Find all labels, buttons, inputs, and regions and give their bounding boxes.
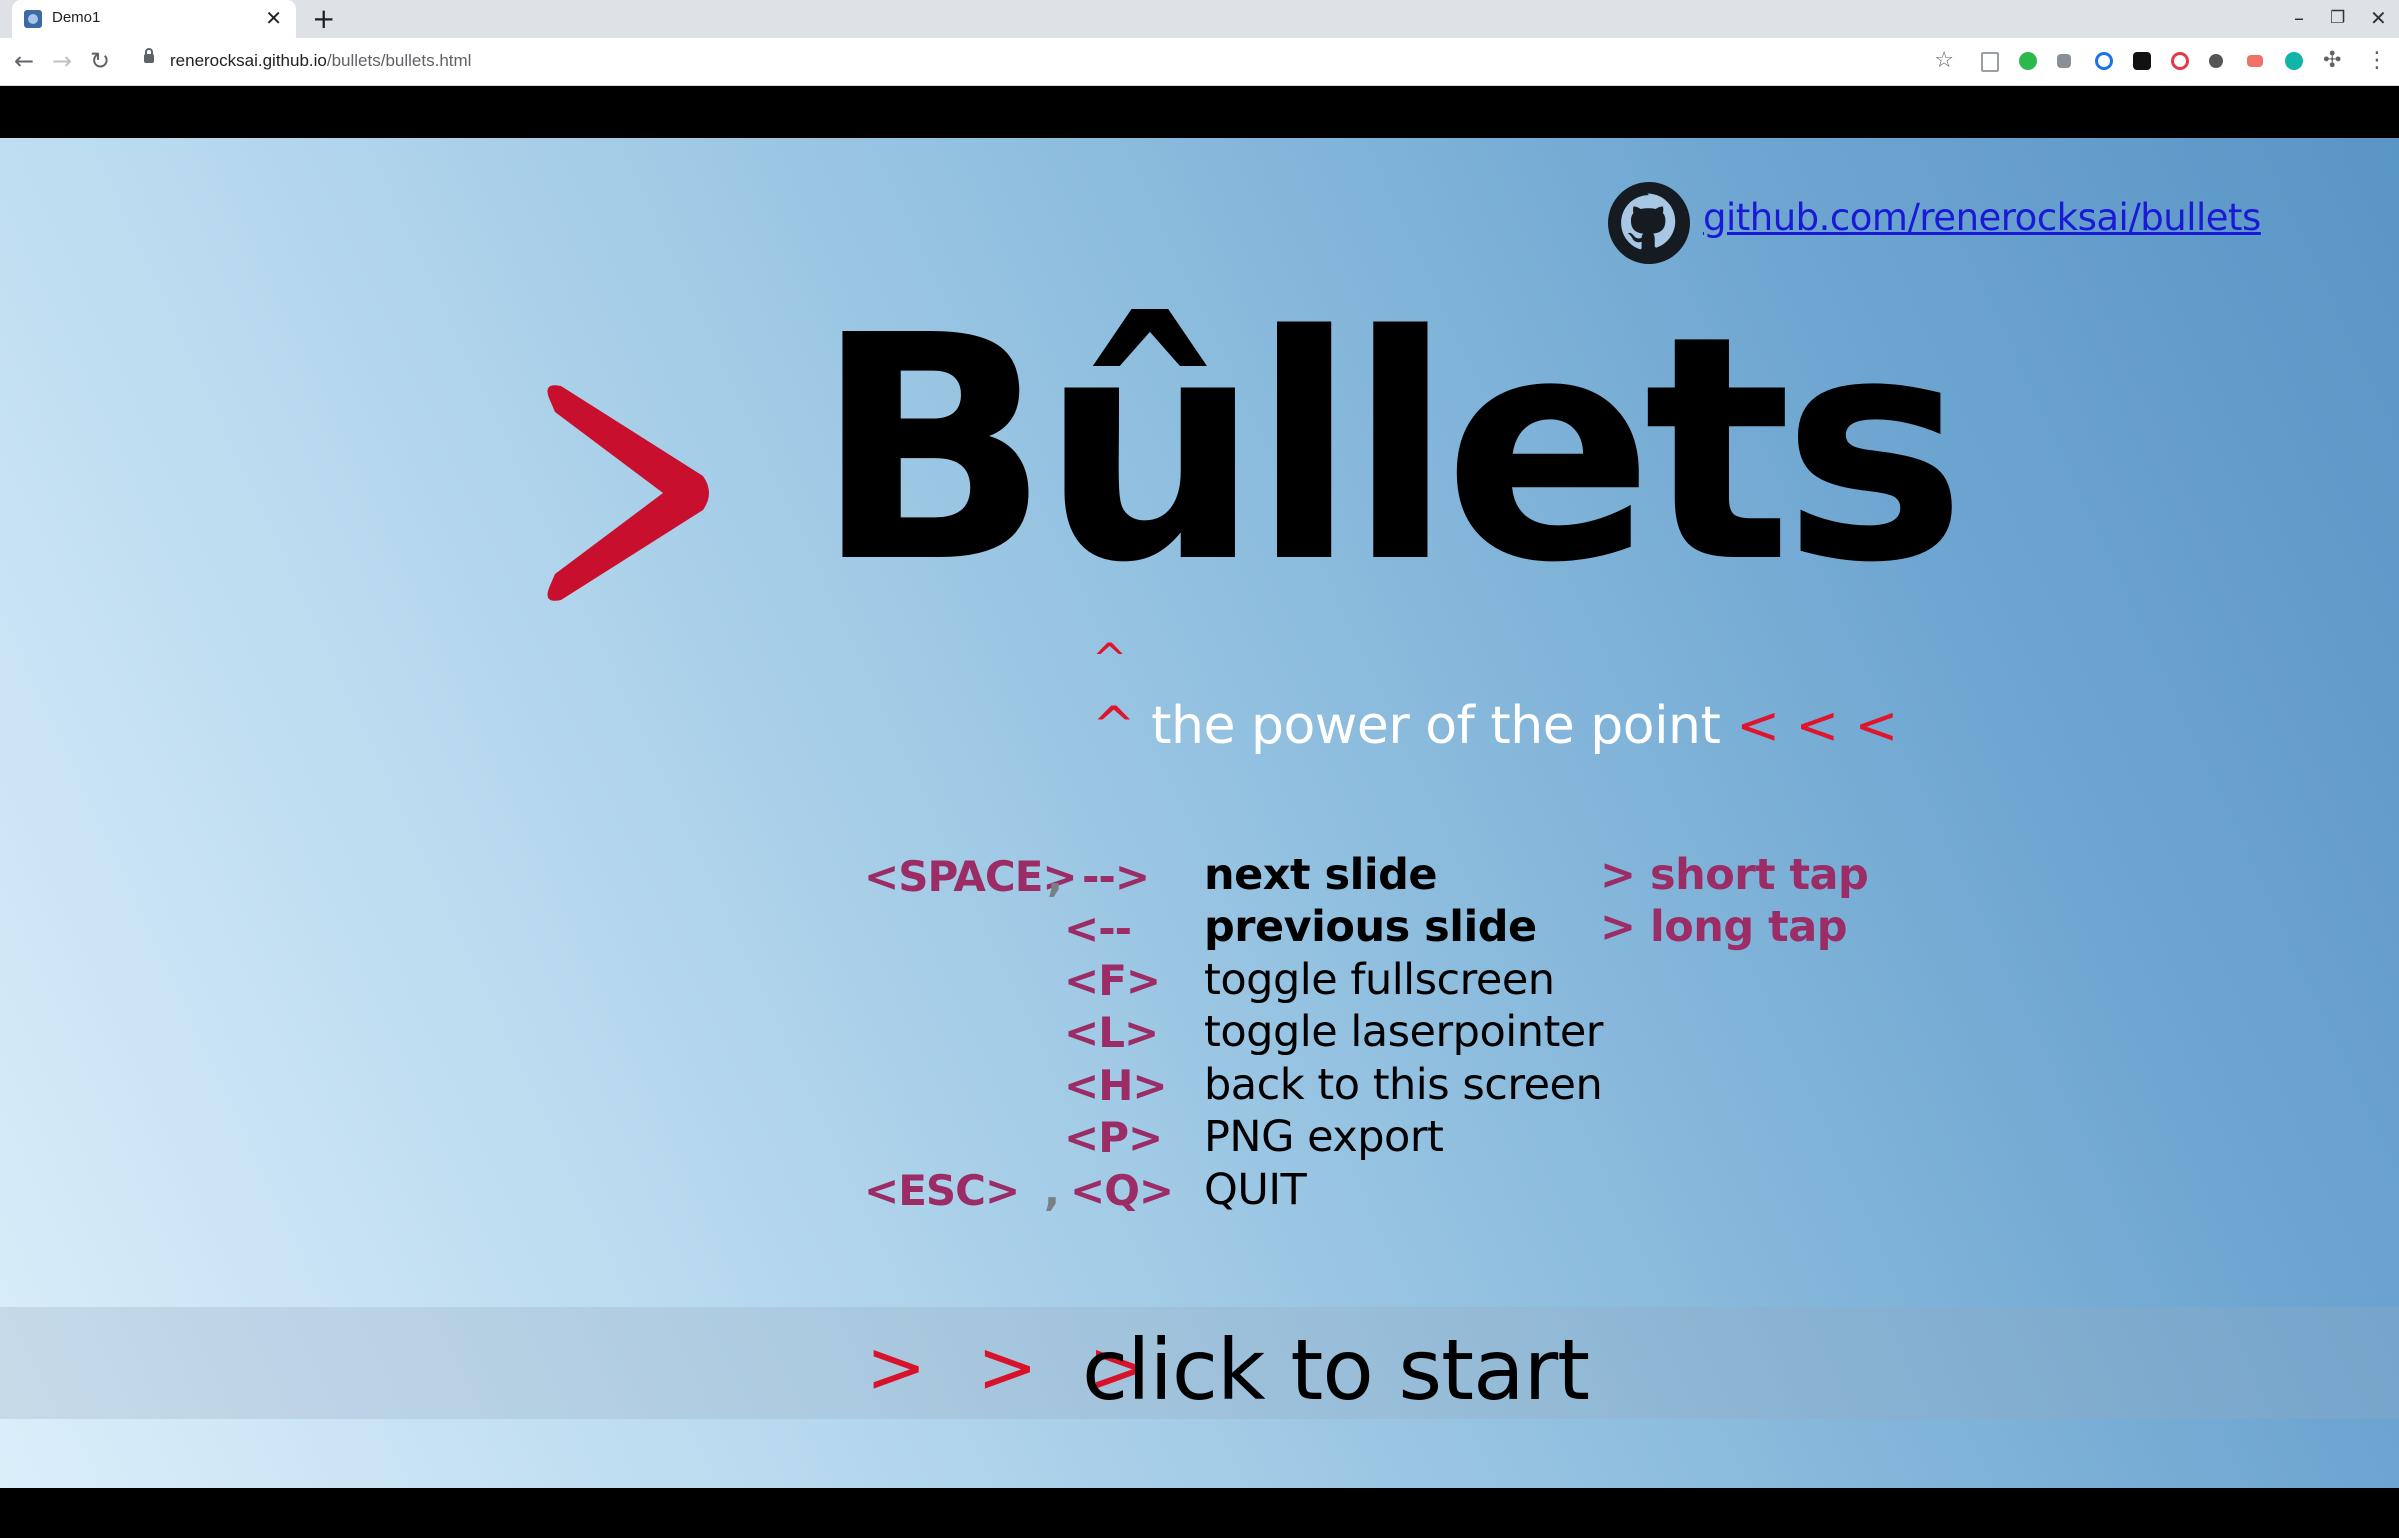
- desc-back-to-screen: back to this screen: [1204, 1060, 1603, 1110]
- desc-toggle-laserpointer: toggle laserpointer: [1204, 1007, 1603, 1057]
- tab-title: Demo1: [52, 9, 101, 26]
- forward-icon[interactable]: →: [52, 48, 72, 74]
- key-esc: <ESC>: [864, 1166, 1020, 1215]
- lastpass-extension-icon[interactable]: [2171, 52, 2189, 70]
- favicon-icon: [24, 10, 42, 28]
- menu-kebab-icon[interactable]: ⋮: [2366, 48, 2388, 74]
- minimize-icon[interactable]: –: [2294, 6, 2304, 30]
- key-space: <SPACE>: [864, 852, 1078, 901]
- key-separator: ,: [1044, 1166, 1060, 1215]
- onepassword-extension-icon[interactable]: [2095, 52, 2113, 70]
- key-right-arrow: -->: [1082, 852, 1150, 901]
- dropbox-extension-icon[interactable]: [2057, 54, 2071, 68]
- notion-extension-icon[interactable]: [2133, 52, 2151, 70]
- lock-icon: [144, 48, 154, 63]
- desc-next-slide: next slide: [1204, 850, 1438, 900]
- key-q: <Q>: [1070, 1166, 1174, 1215]
- caret-mark: ^: [1092, 634, 1128, 683]
- grammar-extension-icon[interactable]: [2285, 52, 2303, 70]
- url-path: /bullets/bullets.html: [326, 51, 472, 70]
- key-f: <F>: [1064, 956, 1161, 1005]
- desc-quit: QUIT: [1204, 1165, 1307, 1215]
- url-host: renerocksai.github.io: [170, 51, 327, 70]
- short-tap-label: > short tap: [1600, 850, 1869, 900]
- url-text[interactable]: renerocksai.github.io/bullets/bullets.ht…: [170, 51, 471, 71]
- bookmark-star-icon[interactable]: ☆: [1934, 48, 1954, 73]
- browser-toolbar: ← → ↻ renerocksai.github.io/bullets/bull…: [0, 38, 2399, 86]
- extensions-puzzle-icon[interactable]: ✣: [2323, 48, 2341, 74]
- slide-canvas[interactable]: github.com/renerocksai/bullets Bûllets ^…: [0, 138, 2399, 1488]
- address-bar[interactable]: renerocksai.github.io/bullets/bullets.ht…: [130, 44, 1968, 78]
- key-p: <P>: [1064, 1113, 1163, 1162]
- start-button[interactable]: > > > click to start: [0, 1307, 2399, 1419]
- key-left-arrow: <--: [1064, 904, 1132, 953]
- start-text: click to start: [1082, 1321, 1590, 1419]
- tab-strip: Demo1 ✕ + – ❐ ✕: [0, 0, 2399, 38]
- desc-previous-slide: previous slide: [1204, 902, 1537, 952]
- key-separator: ,: [1047, 852, 1063, 901]
- video-extension-icon[interactable]: [2247, 55, 2263, 67]
- reader-extension-icon[interactable]: [1981, 52, 1999, 72]
- privacy-extension-icon[interactable]: [2209, 54, 2223, 68]
- slide-title: Bûllets: [814, 270, 1966, 631]
- evernote-extension-icon[interactable]: [2019, 52, 2037, 70]
- window-close-icon[interactable]: ✕: [2370, 6, 2387, 30]
- browser-tab[interactable]: Demo1 ✕: [12, 0, 296, 38]
- title-arrow-icon: [547, 385, 709, 601]
- desc-toggle-fullscreen: toggle fullscreen: [1204, 955, 1555, 1005]
- subtitle-text: the power of the point: [1151, 696, 1721, 756]
- subtitle: ^ the power of the point < < <: [1092, 696, 1898, 756]
- new-tab-button[interactable]: +: [312, 3, 335, 35]
- back-icon[interactable]: ←: [14, 48, 34, 74]
- subtitle-caret: ^: [1092, 696, 1136, 756]
- desc-png-export: PNG export: [1204, 1112, 1444, 1162]
- long-tap-label: > long tap: [1600, 902, 1848, 952]
- tab-close-icon[interactable]: ✕: [265, 7, 282, 29]
- restore-icon[interactable]: ❐: [2330, 6, 2345, 30]
- subtitle-arrows: < < <: [1736, 696, 1898, 756]
- github-link[interactable]: github.com/renerocksai/bullets: [1703, 196, 2261, 239]
- key-l: <L>: [1064, 1008, 1159, 1057]
- reload-icon[interactable]: ↻: [90, 48, 110, 74]
- letterbox-top: [0, 86, 2399, 138]
- key-h: <H>: [1064, 1061, 1168, 1110]
- github-icon[interactable]: [1608, 182, 1690, 264]
- letterbox-bottom: [0, 1488, 2399, 1538]
